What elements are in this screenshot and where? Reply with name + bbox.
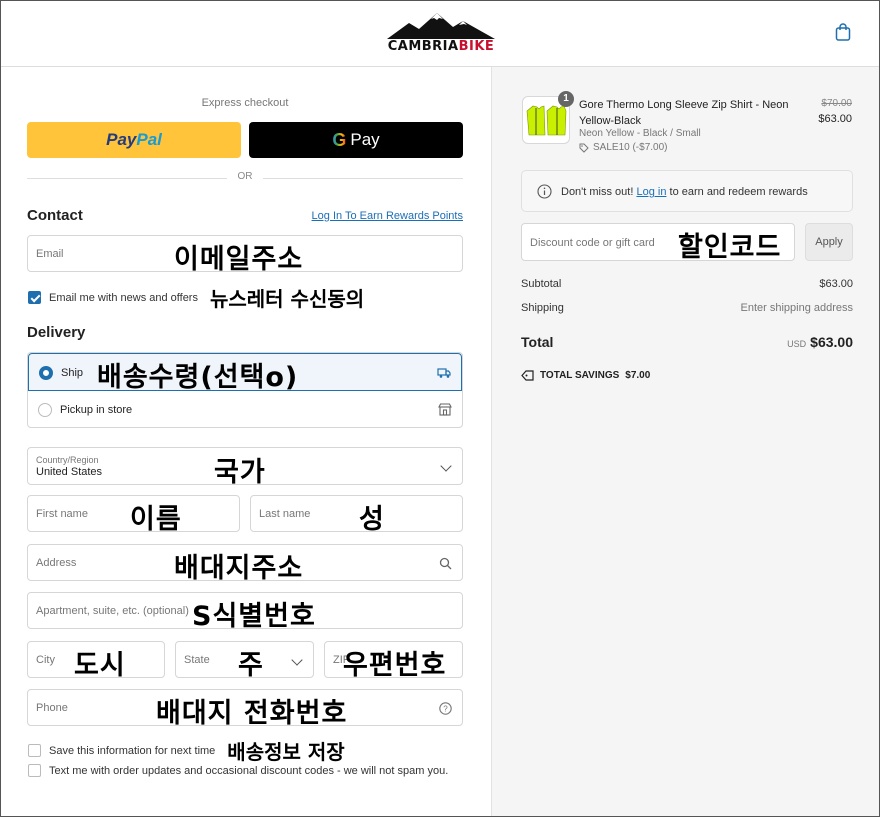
save-info-checkbox[interactable]	[28, 744, 41, 757]
save-info-annotation: 배송정보 저장	[227, 740, 345, 764]
current-price: $63.00	[818, 113, 852, 125]
last-name-placeholder: Last name	[259, 508, 311, 520]
help-icon[interactable]: ?	[439, 702, 452, 715]
address-placeholder: Address	[36, 557, 77, 569]
country-label: Country/Region	[36, 455, 99, 465]
order-summary: 1 Gore Thermo Long Sleeve Zip Shirt - Ne…	[491, 67, 879, 816]
ship-option[interactable]: Ship 배송수령(선택o)	[28, 353, 462, 393]
city-field[interactable]: City 도시	[27, 641, 165, 681]
city-placeholder: City	[36, 654, 55, 666]
shopping-bag-icon[interactable]	[835, 23, 851, 41]
zip-annotation: 우편번호	[343, 650, 447, 681]
city-annotation: 도시	[74, 650, 126, 681]
save-info-label: Save this information for next time	[49, 744, 216, 757]
country-annotation: 국가	[214, 457, 266, 488]
last-name-annotation: 성	[359, 504, 385, 535]
email-field[interactable]: Email 이메일주소	[27, 235, 463, 275]
chevron-down-icon	[291, 654, 303, 666]
newsletter-checkbox-row[interactable]: Email me with news and offers 뉴스레터 수신동의	[28, 283, 364, 312]
contact-title: Contact	[27, 207, 83, 224]
discount-code-field[interactable]: Discount code or gift card 할인코드	[521, 223, 795, 263]
ship-annotation: 배송수령(선택o)	[97, 362, 299, 393]
save-info-checkbox-row[interactable]: Save this information for next time 배송정보…	[28, 736, 345, 765]
tag-icon	[579, 143, 589, 153]
newsletter-annotation: 뉴스레터 수신동의	[209, 287, 365, 311]
svg-text:?: ?	[443, 705, 448, 714]
google-pay-button[interactable]: G Pay	[249, 122, 463, 158]
state-select[interactable]: State 주	[175, 641, 314, 681]
total-row: Total USD $63.00	[521, 334, 853, 350]
sms-checkbox[interactable]	[28, 764, 41, 777]
ship-label: Ship	[61, 367, 84, 379]
sms-checkbox-row[interactable]: Text me with order updates and occasiona…	[28, 764, 448, 777]
store-icon	[438, 403, 452, 416]
quantity-badge: 1	[558, 91, 574, 107]
google-g-icon: G	[332, 129, 347, 150]
email-placeholder: Email	[36, 248, 64, 260]
delivery-method-group: Ship 배송수령(선택o) Pickup in store	[27, 352, 463, 428]
pickup-option[interactable]: Pickup in store	[28, 391, 462, 427]
or-divider: OR	[27, 171, 463, 185]
apartment-field[interactable]: Apartment, suite, etc. (optional) S식별번호	[27, 592, 463, 632]
discount-annotation: 할인코드	[678, 232, 782, 263]
header: CAMBRIABIKE	[1, 1, 879, 67]
paypal-button[interactable]: Pay Pal	[27, 122, 241, 158]
address-annotation: 배대지주소	[174, 553, 304, 584]
first-name-annotation: 이름	[130, 504, 182, 535]
subtotal-row: Subtotal $63.00	[521, 278, 853, 290]
country-select[interactable]: Country/Region United States 국가	[27, 447, 463, 488]
tag-icon	[521, 370, 534, 381]
newsletter-checkbox[interactable]	[28, 291, 41, 304]
country-value: United States	[36, 466, 103, 478]
sms-label: Text me with order updates and occasiona…	[49, 764, 449, 777]
brand-logo[interactable]: CAMBRIABIKE	[379, 11, 503, 57]
login-rewards-link[interactable]: Log In To Earn Rewards Points	[301, 210, 463, 222]
address-field[interactable]: Address 배대지주소	[27, 544, 463, 584]
total-savings: TOTAL SAVINGS $7.00	[521, 370, 650, 381]
express-checkout-label: Express checkout	[201, 97, 289, 109]
last-name-field[interactable]: Last name 성	[250, 495, 463, 535]
pickup-radio[interactable]	[38, 403, 52, 417]
apply-button[interactable]: Apply	[805, 223, 853, 261]
discount-placeholder: Discount code or gift card	[530, 237, 655, 249]
truck-icon	[437, 368, 451, 378]
checkout-page: CAMBRIABIKE Express checkout Pay Pal G Pa…	[0, 0, 880, 817]
original-price: $70.00	[821, 98, 852, 109]
checkout-form: Express checkout Pay Pal G Pay OR Contact…	[1, 67, 491, 816]
rewards-banner: Don't miss out! Log in to earn and redee…	[521, 170, 853, 212]
product-discount: SALE10 (-$7.00)	[579, 142, 668, 153]
rewards-login-link[interactable]: Log in	[636, 186, 666, 198]
delivery-title: Delivery	[27, 324, 86, 341]
state-placeholder: State	[184, 654, 210, 666]
phone-placeholder: Phone	[36, 702, 68, 714]
newsletter-label: Email me with news and offers	[49, 291, 198, 304]
phone-field[interactable]: Phone 배대지 전화번호 ?	[27, 689, 463, 729]
pickup-label: Pickup in store	[60, 404, 133, 416]
mountain-logo-icon	[387, 13, 495, 39]
chevron-down-icon	[440, 460, 452, 472]
apartment-placeholder: Apartment, suite, etc. (optional)	[36, 605, 189, 617]
brand-name: CAMBRIABIKE	[387, 39, 495, 54]
zip-field[interactable]: ZIP 우편번호	[324, 641, 463, 681]
first-name-field[interactable]: First name 이름	[27, 495, 240, 535]
phone-annotation: 배대지 전화번호	[156, 698, 348, 729]
product-variant: Neon Yellow - Black / Small	[579, 128, 701, 139]
email-annotation: 이메일주소	[174, 244, 304, 275]
product-name: Gore Thermo Long Sleeve Zip Shirt - Neon…	[579, 99, 789, 127]
shipping-row: Shipping Enter shipping address	[521, 302, 853, 314]
info-icon	[537, 184, 552, 199]
ship-radio[interactable]	[39, 366, 53, 380]
apartment-annotation: S식별번호	[192, 601, 316, 632]
state-annotation: 주	[238, 650, 264, 681]
search-icon	[439, 557, 452, 570]
first-name-placeholder: First name	[36, 508, 88, 520]
